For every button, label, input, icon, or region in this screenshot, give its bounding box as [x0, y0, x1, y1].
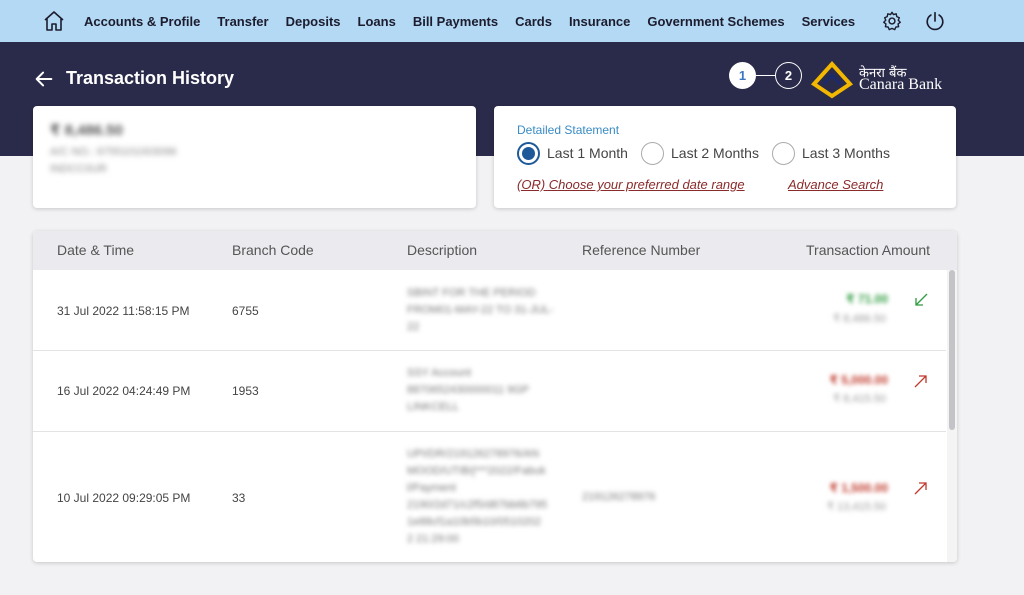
column-branch-code: Branch Code — [232, 242, 314, 258]
column-date-time: Date & Time — [57, 242, 135, 258]
table-row[interactable]: 10 Jul 2022 09:29:05 PM 33 UPI/DR/219126… — [33, 432, 946, 562]
radio-label: Last 1 Month — [547, 145, 628, 161]
radio-unselected-icon[interactable] — [641, 141, 664, 165]
nav-cards[interactable]: Cards — [515, 14, 552, 29]
statement-filter-card: Detailed Statement Last 1 Month Last 2 M… — [494, 106, 956, 208]
column-reference-number: Reference Number — [582, 242, 701, 258]
main-menu: Accounts & Profile Transfer Deposits Loa… — [84, 0, 872, 42]
nav-insurance[interactable]: Insurance — [569, 14, 630, 29]
home-icon[interactable] — [42, 9, 66, 33]
row-branch-code: 33 — [232, 491, 246, 505]
transaction-table: Date & Time Branch Code Description Refe… — [33, 231, 957, 562]
logo-text-english: Canara Bank — [859, 76, 943, 93]
table-scrollbar[interactable] — [947, 270, 957, 562]
row-description: SBINT FOR THE PERIOD FROM01-MAY-22 TO 31… — [407, 287, 554, 333]
account-ifsc: INDCC0UR — [50, 163, 107, 175]
table-row[interactable]: 16 Jul 2022 04:24:49 PM 1953 SSY Account… — [33, 351, 946, 432]
radio-label: Last 2 Months — [671, 145, 759, 161]
column-description: Description — [407, 242, 478, 258]
row-date: 31 Jul 2022 11:58:15 PM — [57, 304, 190, 318]
nav-services[interactable]: Services — [802, 14, 856, 29]
nav-government-schemes[interactable]: Government Schemes — [647, 14, 784, 29]
nav-deposits[interactable]: Deposits — [286, 14, 341, 29]
row-balance: ₹ 8,415.50 — [833, 393, 886, 405]
row-description: UPI/DR/219126278976/AN MOOD/UTIB/j***202… — [407, 448, 548, 545]
nav-accounts-profile[interactable]: Accounts & Profile — [84, 14, 200, 29]
table-header: Date & Time Branch Code Description Refe… — [33, 231, 957, 270]
step-indicator-1: 1 — [729, 62, 756, 89]
step-connector — [756, 75, 775, 76]
row-balance: ₹ 8,486.50 — [833, 313, 886, 325]
row-description: SSY Account 8870652430000011 9GP LINKCEL… — [407, 367, 530, 413]
row-reference: 219126278976 — [582, 491, 656, 503]
power-icon[interactable] — [924, 10, 946, 32]
row-balance: ₹ 13,415.50 — [827, 501, 886, 513]
scrollbar-thumb[interactable] — [949, 270, 955, 430]
row-branch-code: 1953 — [232, 384, 259, 398]
arrow-left-icon[interactable] — [33, 68, 55, 90]
radio-last-2-months[interactable]: Last 2 Months — [641, 141, 759, 165]
radio-selected-icon[interactable] — [517, 141, 540, 165]
filter-heading: Detailed Statement — [517, 123, 620, 137]
nav-transfer[interactable]: Transfer — [217, 14, 268, 29]
account-balance: ₹ 8,486.50 — [50, 122, 123, 139]
date-range-link[interactable]: (OR) Choose your preferred date range — [517, 177, 745, 192]
arrow-up-right-icon — [913, 373, 929, 389]
nav-bill-payments[interactable]: Bill Payments — [413, 14, 498, 29]
step-indicator-2: 2 — [775, 62, 802, 89]
radio-last-1-month[interactable]: Last 1 Month — [517, 141, 628, 165]
account-number: A/C NO.: 6755101003096 — [50, 146, 177, 158]
row-amount: ₹ 5,000.00 — [829, 373, 888, 387]
account-summary-card: ₹ 8,486.50 A/C NO.: 6755101003096 INDCC0… — [33, 106, 476, 208]
top-navigation-bar: Accounts & Profile Transfer Deposits Loa… — [0, 0, 1024, 42]
column-transaction-amount: Transaction Amount — [806, 242, 930, 258]
table-row[interactable]: 31 Jul 2022 11:58:15 PM 6755 SBINT FOR T… — [33, 270, 946, 351]
advance-search-link[interactable]: Advance Search — [788, 177, 883, 192]
nav-loans[interactable]: Loans — [358, 14, 396, 29]
row-amount: ₹ 1,500.00 — [829, 481, 888, 495]
arrow-up-right-icon — [913, 480, 929, 496]
radio-unselected-icon[interactable] — [772, 141, 795, 165]
row-date: 16 Jul 2022 04:24:49 PM — [57, 384, 191, 398]
radio-last-3-months[interactable]: Last 3 Months — [772, 141, 890, 165]
row-date: 10 Jul 2022 09:29:05 PM — [57, 491, 191, 505]
row-branch-code: 6755 — [232, 304, 259, 318]
radio-label: Last 3 Months — [802, 145, 890, 161]
arrow-down-left-icon — [913, 292, 929, 308]
gear-icon[interactable] — [881, 10, 903, 32]
page-title: Transaction History — [66, 68, 235, 88]
row-amount: ₹ 71.00 — [846, 292, 888, 306]
